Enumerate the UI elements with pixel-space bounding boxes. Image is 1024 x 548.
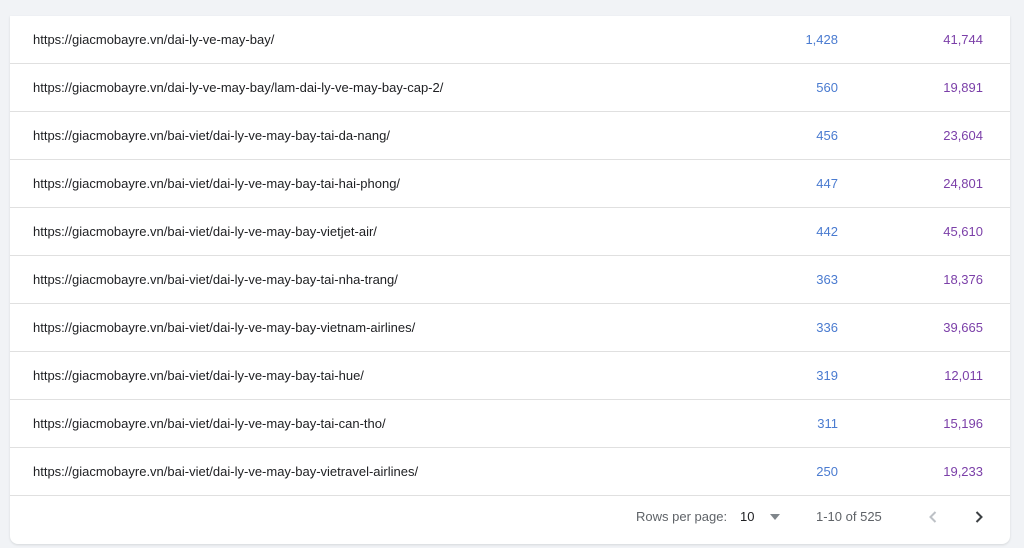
clicks-value: 442 xyxy=(816,224,838,239)
clicks-value: 1,428 xyxy=(805,32,838,47)
rows-per-page-value: 10 xyxy=(740,509,755,524)
pages-table-card: https://giacmobayre.vn/dai-ly-ve-may-bay… xyxy=(10,16,1010,544)
clicks-value: 336 xyxy=(816,320,838,335)
impressions-value: 18,376 xyxy=(943,272,983,287)
table-row[interactable]: https://giacmobayre.vn/bai-viet/dai-ly-v… xyxy=(10,208,1010,256)
previous-page-button[interactable] xyxy=(921,505,945,529)
chevron-right-icon xyxy=(967,511,991,532)
impressions-value: 45,610 xyxy=(943,224,983,239)
rows-per-page-select[interactable]: 10 xyxy=(732,504,792,530)
clicks-value: 319 xyxy=(816,368,838,383)
table-row[interactable]: https://giacmobayre.vn/bai-viet/dai-ly-v… xyxy=(10,304,1010,352)
table-row[interactable]: https://giacmobayre.vn/bai-viet/dai-ly-v… xyxy=(10,112,1010,160)
impressions-value: 41,744 xyxy=(943,32,983,47)
impressions-value: 19,891 xyxy=(943,80,983,95)
rows-per-page-label: Rows per page: xyxy=(636,509,728,524)
page-url[interactable]: https://giacmobayre.vn/dai-ly-ve-may-bay… xyxy=(33,16,274,63)
table-row[interactable]: https://giacmobayre.vn/bai-viet/dai-ly-v… xyxy=(10,256,1010,304)
impressions-value: 39,665 xyxy=(943,320,983,335)
impressions-value: 12,011 xyxy=(944,368,983,383)
clicks-value: 456 xyxy=(816,128,838,143)
page-url[interactable]: https://giacmobayre.vn/bai-viet/dai-ly-v… xyxy=(33,256,398,303)
clicks-value: 363 xyxy=(816,272,838,287)
next-page-button[interactable] xyxy=(967,505,991,529)
chevron-left-icon xyxy=(921,511,945,532)
page-url[interactable]: https://giacmobayre.vn/bai-viet/dai-ly-v… xyxy=(33,448,418,495)
page-url[interactable]: https://giacmobayre.vn/bai-viet/dai-ly-v… xyxy=(33,160,400,207)
pagination-range: 1-10 of 525 xyxy=(816,509,882,524)
page-url[interactable]: https://giacmobayre.vn/bai-viet/dai-ly-v… xyxy=(33,208,377,255)
table-row[interactable]: https://giacmobayre.vn/dai-ly-ve-may-bay… xyxy=(10,16,1010,64)
table-body: https://giacmobayre.vn/dai-ly-ve-may-bay… xyxy=(10,16,1010,496)
dropdown-caret-icon xyxy=(768,510,782,527)
table-row[interactable]: https://giacmobayre.vn/bai-viet/dai-ly-v… xyxy=(10,400,1010,448)
impressions-value: 15,196 xyxy=(943,416,983,431)
clicks-value: 560 xyxy=(816,80,838,95)
page-url[interactable]: https://giacmobayre.vn/bai-viet/dai-ly-v… xyxy=(33,304,415,351)
table-row[interactable]: https://giacmobayre.vn/dai-ly-ve-may-bay… xyxy=(10,64,1010,112)
table-row[interactable]: https://giacmobayre.vn/bai-viet/dai-ly-v… xyxy=(10,160,1010,208)
pagination-bar: Rows per page: 10 1-10 of 525 xyxy=(10,496,1010,544)
page-url[interactable]: https://giacmobayre.vn/bai-viet/dai-ly-v… xyxy=(33,400,386,447)
page-url[interactable]: https://giacmobayre.vn/bai-viet/dai-ly-v… xyxy=(33,352,364,399)
impressions-value: 23,604 xyxy=(943,128,983,143)
impressions-value: 19,233 xyxy=(943,464,983,479)
clicks-value: 311 xyxy=(817,416,838,431)
table-row[interactable]: https://giacmobayre.vn/bai-viet/dai-ly-v… xyxy=(10,448,1010,496)
clicks-value: 447 xyxy=(816,176,838,191)
page-url[interactable]: https://giacmobayre.vn/dai-ly-ve-may-bay… xyxy=(33,64,443,111)
impressions-value: 24,801 xyxy=(943,176,983,191)
clicks-value: 250 xyxy=(816,464,838,479)
table-row[interactable]: https://giacmobayre.vn/bai-viet/dai-ly-v… xyxy=(10,352,1010,400)
page-url[interactable]: https://giacmobayre.vn/bai-viet/dai-ly-v… xyxy=(33,112,390,159)
